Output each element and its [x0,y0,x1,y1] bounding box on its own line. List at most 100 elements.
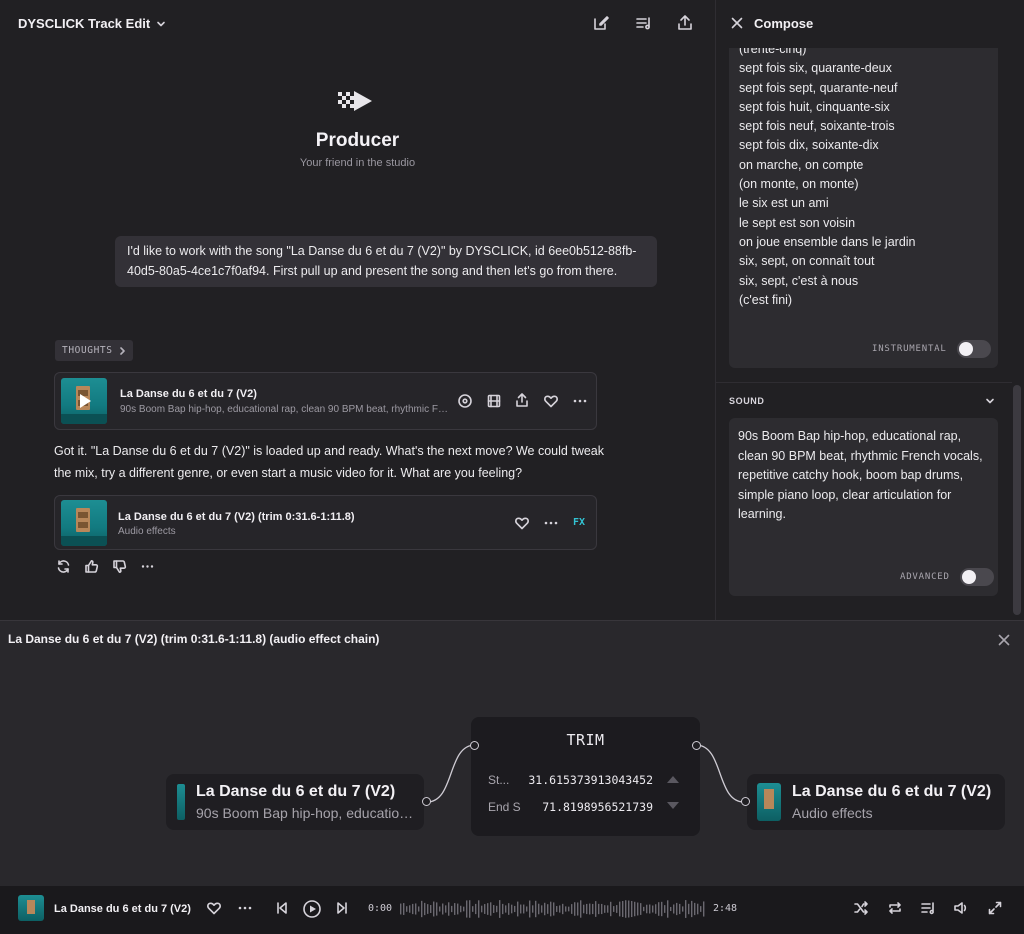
sound-editor[interactable]: 90s Boom Bap hip-hop, educational rap, c… [729,418,998,596]
time-elapsed: 0:00 [368,903,393,914]
expand-icon[interactable] [987,900,1005,918]
effect-chain-panel: La Danse du 6 et du 7 (V2) (trim 0:31.6-… [0,620,1024,886]
waveform-bar [472,906,474,912]
waveform-bar [655,904,657,914]
trim-input-port[interactable] [470,741,479,750]
waveform-bar [577,902,579,916]
instrumental-label: INSTRUMENTAL [872,344,947,354]
effect-subtitle: Audio effects [118,526,176,537]
waveform-bar [442,903,444,915]
waveform-bar [490,902,492,916]
waveform-bar [574,902,576,916]
lyric-line: sept fois huit, cinquante-six [739,99,890,114]
scrollbar-thumb[interactable] [1013,385,1021,615]
output-artwork [757,783,781,821]
more-icon[interactable] [237,900,255,918]
waveform-bar [514,905,516,913]
fx-button[interactable]: FX [573,517,585,528]
trim-start-value[interactable]: 31.615373913043452 [528,773,653,787]
player-track-title[interactable]: La Danse du 6 et du 7 (V2) [54,903,191,915]
waveform-bar [580,900,582,918]
instrumental-toggle[interactable] [956,340,991,358]
source-output-port[interactable] [422,797,431,806]
waveform-bar [670,906,672,912]
heart-icon[interactable] [543,393,559,409]
shuffle-icon[interactable] [853,900,871,918]
lyrics-editor[interactable]: (trente-cinq) sept fois six, quarante-de… [729,48,998,368]
compose-panel: Compose (trente-cinq) sept fois six, qua… [715,0,1024,620]
edit-icon[interactable] [592,14,612,34]
waveform-bar [637,902,639,916]
waveform-bar [454,903,456,915]
play-icon[interactable] [302,899,321,918]
waveform-bar [586,903,588,915]
waveform-bar [478,900,480,918]
track-artwork[interactable] [61,378,107,424]
waveform-bar [565,906,567,912]
thumbs-down-icon[interactable] [112,559,127,574]
waveform-scrubber[interactable] [400,898,706,920]
thumbs-up-icon[interactable] [84,559,99,574]
waveform-bar [532,905,534,913]
repeat-icon[interactable] [887,900,905,918]
message-actions [56,559,155,574]
play-icon[interactable] [77,392,93,410]
close-icon[interactable] [997,633,1011,647]
close-icon[interactable] [730,16,744,30]
producer-subtitle: Your friend in the studio [299,157,416,169]
lyric-line: sept fois six, quarante-deux [739,61,892,76]
app-title-dropdown[interactable]: DYSCLICK Track Edit [18,16,166,31]
chevron-down-icon[interactable] [984,395,996,407]
skip-forward-icon[interactable] [334,900,352,918]
producer-title: Producer [315,130,400,151]
chevron-right-icon [119,346,125,355]
waveform-bar [544,902,546,916]
source-track-node[interactable]: La Danse du 6 et du 7 (V2) 90s Boom Bap … [166,774,424,830]
output-input-port[interactable] [741,797,750,806]
waveform-bar [511,904,513,914]
waveform-bar [592,903,594,915]
waveform-bar [619,901,621,917]
track-card[interactable]: La Danse du 6 et du 7 (V2) 90s Boom Bap … [54,372,597,430]
advanced-toggle[interactable] [959,568,994,586]
heart-icon[interactable] [206,900,224,918]
share-icon[interactable] [514,392,530,408]
player-artwork[interactable] [18,895,44,921]
output-track-node[interactable]: La Danse du 6 et du 7 (V2) Audio effects [747,774,1005,830]
trim-output-port[interactable] [692,741,701,750]
time-total: 2:48 [713,903,738,914]
lyric-line: (c'est fini) [739,292,793,307]
film-icon[interactable] [486,393,502,409]
waveform-bar [616,905,618,913]
disc-icon[interactable] [457,393,473,409]
playlist-icon[interactable] [635,14,655,34]
stepper-down-icon[interactable] [667,802,679,809]
waveform-bar [685,900,687,918]
waveform-bar [661,901,663,917]
source-node-title: La Danse du 6 et du 7 (V2) [196,783,396,800]
retry-icon[interactable] [56,559,71,574]
track-subtitle: 90s Boom Bap hip-hop, educational rap, c… [120,404,450,415]
thoughts-toggle[interactable]: THOUGHTS [55,340,133,361]
waveform-bar [412,903,414,915]
waveform-bar [676,902,678,916]
more-icon[interactable] [572,393,588,409]
waveform-bar [703,901,705,917]
more-icon[interactable] [140,559,155,574]
producer-logo-icon [336,88,376,114]
share-icon[interactable] [676,14,696,34]
lyric-line: (on monte, on monte) [739,177,859,192]
trim-node[interactable]: TRIM St... 31.615373913043452 End S 71.8… [471,717,700,836]
waveform-bar [571,904,573,914]
trim-end-value[interactable]: 71.8198956521739 [542,800,653,814]
effect-card[interactable]: La Danse du 6 et du 7 (V2) (trim 0:31.6-… [54,495,597,550]
heart-icon[interactable] [514,515,530,531]
waveform-bar [463,906,465,912]
stepper-up-icon[interactable] [667,776,679,783]
waveform-bar [406,906,408,912]
waveform-bar [643,906,645,912]
skip-back-icon[interactable] [274,900,292,918]
volume-icon[interactable] [953,900,971,918]
queue-icon[interactable] [920,900,938,918]
more-icon[interactable] [543,515,559,531]
